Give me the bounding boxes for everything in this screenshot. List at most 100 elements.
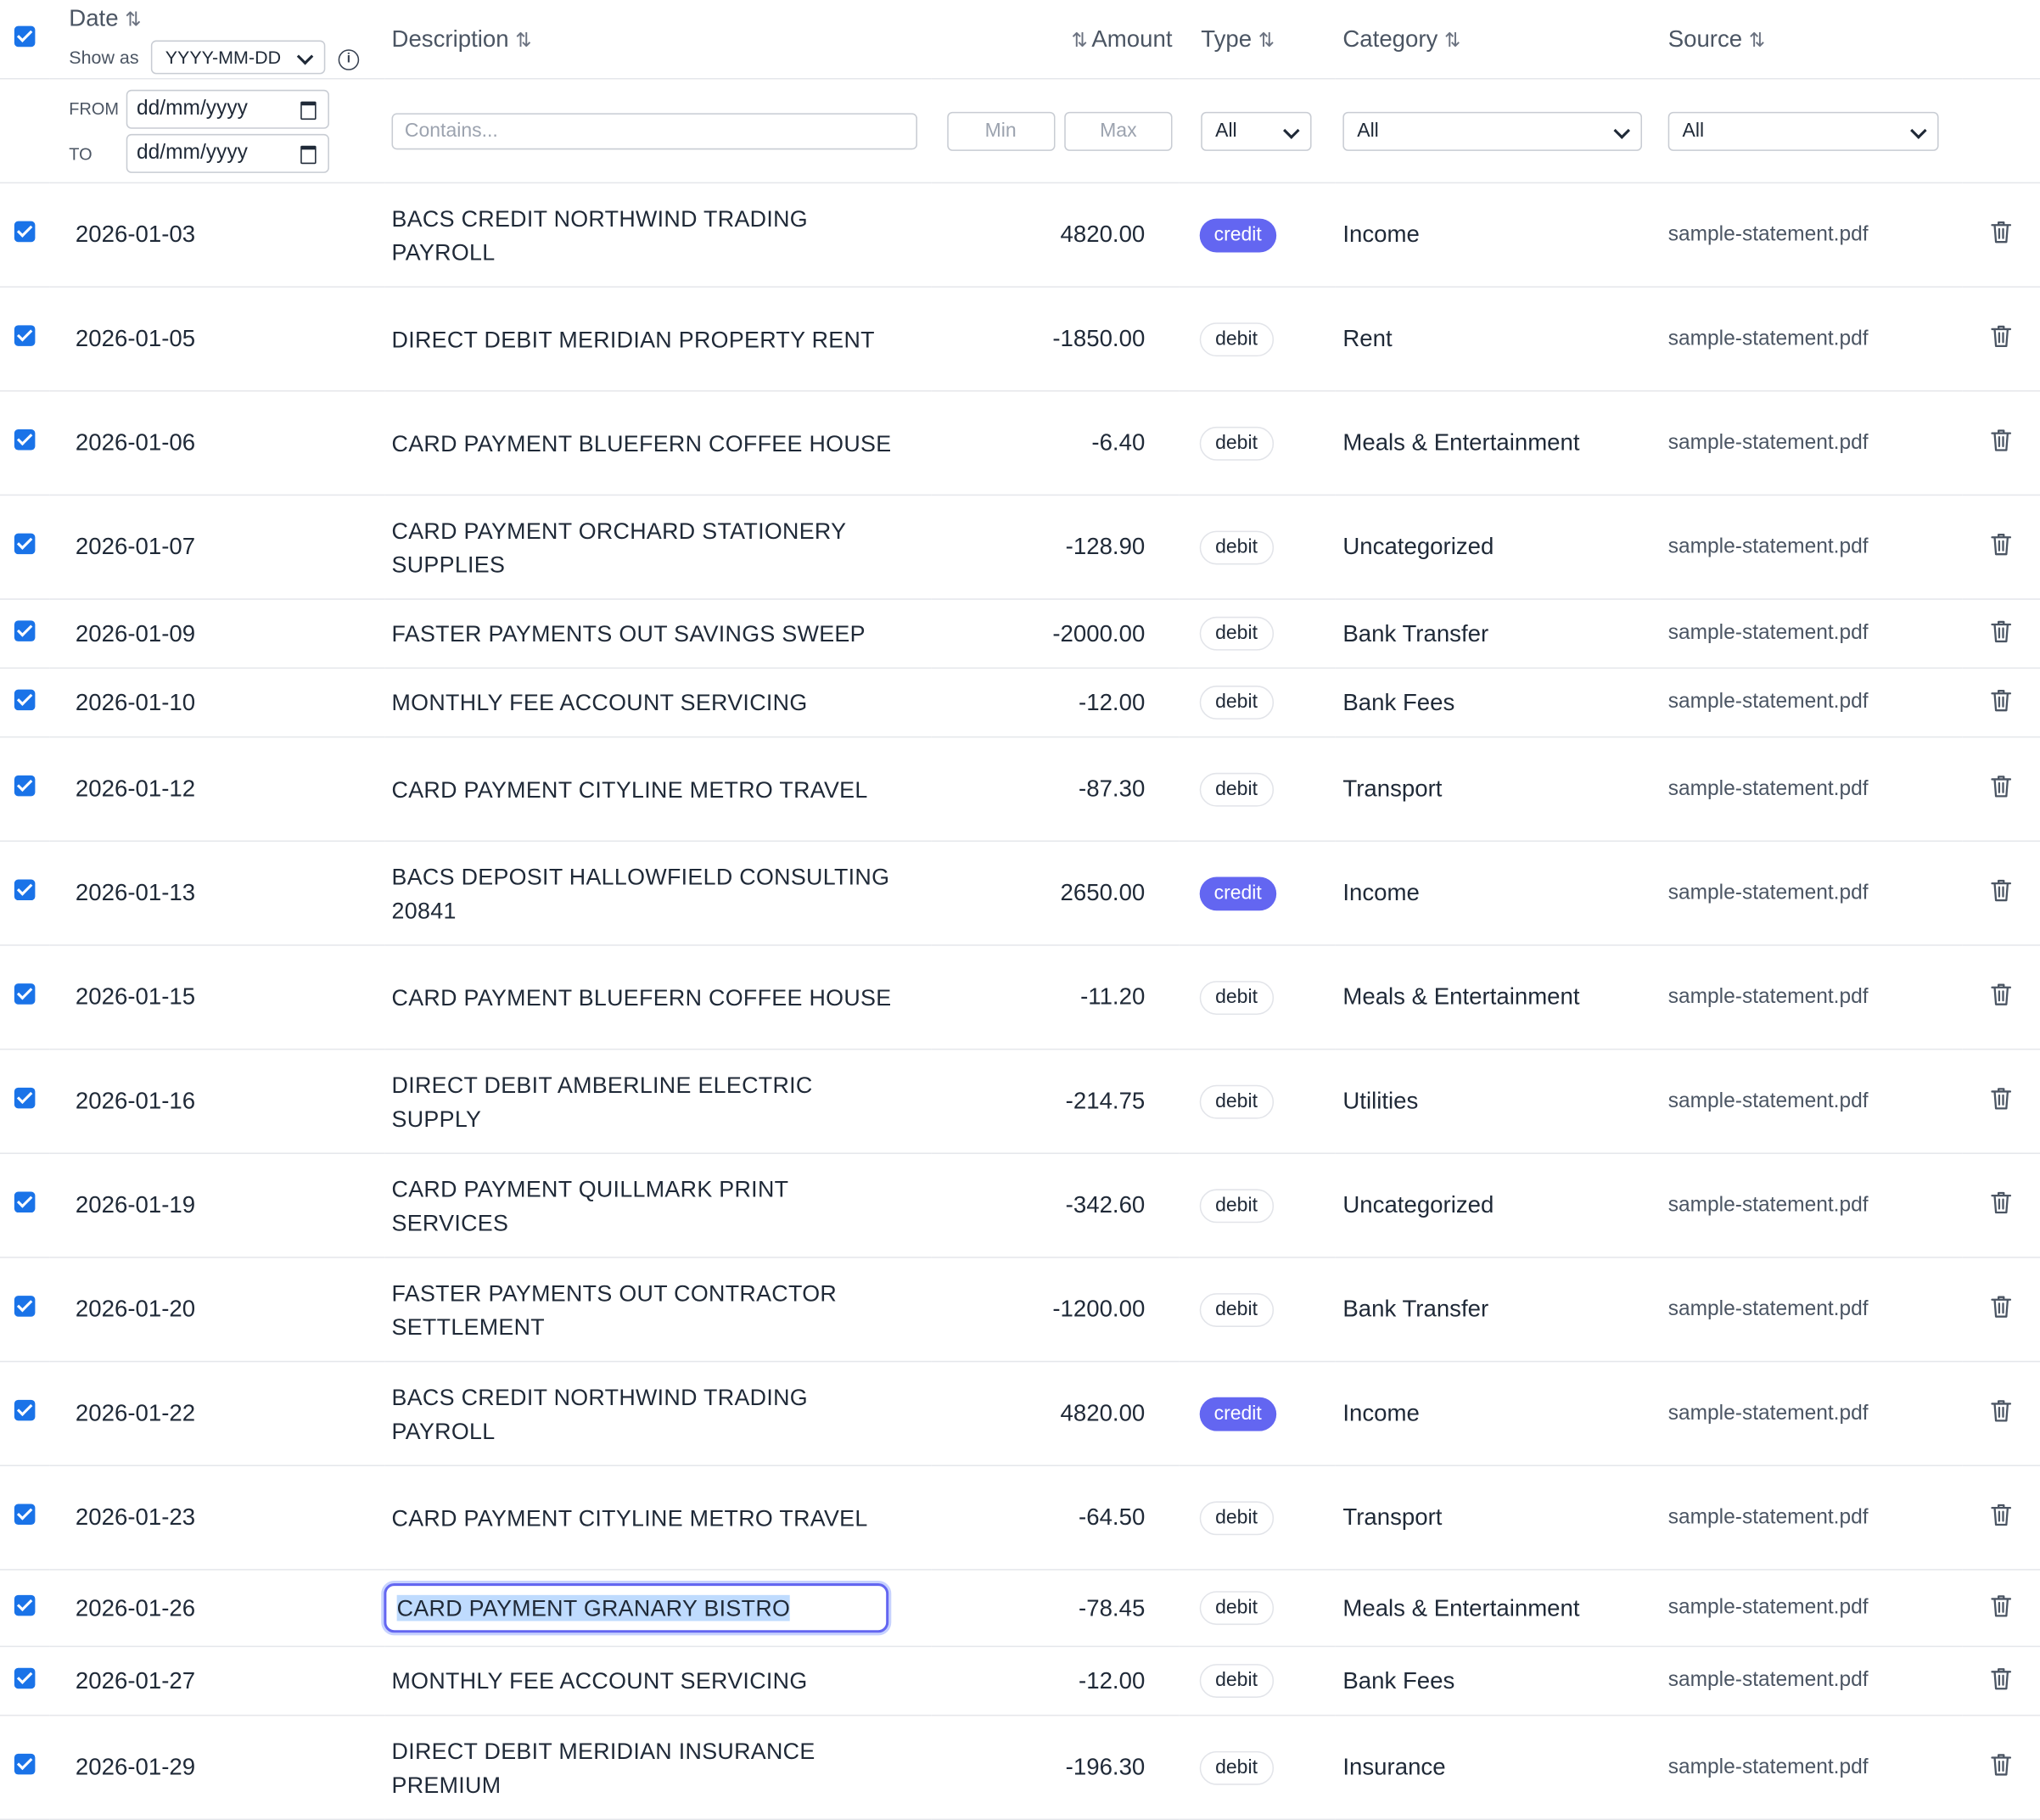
row-category[interactable]: Uncategorized — [1335, 1153, 1660, 1257]
amount-sort-button[interactable]: ⇅ Amount — [932, 0, 1179, 79]
trash-icon[interactable] — [1991, 428, 2012, 451]
trash-icon-glyph — [1991, 983, 2012, 1005]
row-category[interactable]: Meals & Entertainment — [1335, 1570, 1660, 1646]
source-sort-button[interactable]: Source ⇅ — [1660, 0, 1962, 79]
description-edit-input[interactable]: CARD PAYMENT GRANARY BISTRO — [384, 1583, 889, 1633]
trash-icon[interactable] — [1991, 1666, 2012, 1689]
row-description[interactable]: DIRECT DEBIT MERIDIAN INSURANCE PREMIUM — [385, 1716, 932, 1820]
row-select-checkbox[interactable] — [14, 1594, 36, 1616]
category-sort-button[interactable]: Category ⇅ — [1335, 0, 1660, 79]
trash-icon[interactable] — [1991, 1503, 2012, 1526]
row-amount: -78.45 — [1079, 1594, 1146, 1621]
from-date-input[interactable]: dd/mm/yyyy — [126, 89, 329, 129]
row-category[interactable]: Bank Transfer — [1335, 1257, 1660, 1362]
row-description-text: DIRECT DEBIT AMBERLINE ELECTRIC SUPPLY — [391, 1071, 813, 1132]
row-select-checkbox[interactable] — [14, 533, 36, 555]
row-category[interactable]: Transport — [1335, 1465, 1660, 1570]
trash-icon[interactable] — [1991, 1593, 2012, 1617]
row-select-checkbox[interactable] — [14, 1666, 36, 1688]
row-description[interactable]: BACS CREDIT NORTHWIND TRADING PAYROLL — [385, 1362, 932, 1466]
row-category[interactable]: Bank Transfer — [1335, 599, 1660, 668]
trash-icon[interactable] — [1991, 532, 2012, 556]
row-category[interactable]: Utilities — [1335, 1050, 1660, 1154]
amount-max-input[interactable]: Max — [1064, 111, 1173, 151]
amount-min-input[interactable]: Min — [946, 111, 1055, 151]
description-filter-input[interactable]: Contains... — [391, 112, 917, 149]
row-description[interactable]: BACS DEPOSIT HALLOWFIELD CONSULTING 2084… — [385, 841, 932, 945]
trash-icon[interactable] — [1991, 774, 2012, 798]
row-description-text: CARD PAYMENT GRANARY BISTRO — [396, 1594, 791, 1621]
row-select-checkbox[interactable] — [14, 688, 36, 710]
trash-icon[interactable] — [1991, 1295, 2012, 1319]
trash-icon[interactable] — [1991, 878, 2012, 902]
row-category[interactable]: Transport — [1335, 737, 1660, 842]
trash-icon[interactable] — [1991, 687, 2012, 711]
description-sort-button[interactable]: Description ⇅ — [385, 0, 932, 79]
row-select-checkbox[interactable] — [14, 1296, 36, 1317]
row-select-checkbox[interactable] — [14, 1087, 36, 1109]
row-description[interactable]: MONTHLY FEE ACCOUNT SERVICING — [385, 668, 932, 736]
trash-icon[interactable] — [1991, 619, 2012, 642]
trash-icon[interactable] — [1991, 324, 2012, 348]
row-description[interactable]: MONTHLY FEE ACCOUNT SERVICING — [385, 1646, 932, 1715]
row-description[interactable]: DIRECT DEBIT AMBERLINE ELECTRIC SUPPLY — [385, 1050, 932, 1154]
row-description[interactable]: FASTER PAYMENTS OUT SAVINGS SWEEP — [385, 599, 932, 668]
trash-icon[interactable] — [1991, 220, 2012, 244]
row-select-checkbox[interactable] — [14, 221, 36, 243]
row-select-checkbox[interactable] — [14, 1399, 36, 1421]
row-category[interactable]: Income — [1335, 1362, 1660, 1466]
trash-icon[interactable] — [1991, 1086, 2012, 1110]
row-description[interactable]: CARD PAYMENT BLUEFERN COFFEE HOUSE — [385, 391, 932, 496]
row-description[interactable]: FASTER PAYMENTS OUT CONTRACTOR SETTLEMEN… — [385, 1257, 932, 1362]
row-description[interactable]: CARD PAYMENT CITYLINE METRO TRAVEL — [385, 1465, 932, 1570]
row-select-checkbox[interactable] — [14, 619, 36, 641]
row-description[interactable]: BACS CREDIT NORTHWIND TRADING PAYROLL — [385, 182, 932, 287]
amount-header-label: Amount — [1091, 25, 1173, 52]
row-category[interactable]: Income — [1335, 182, 1660, 287]
row-description[interactable]: DIRECT DEBIT MERIDIAN PROPERTY RENT — [385, 287, 932, 391]
row-select-checkbox[interactable] — [14, 1753, 36, 1775]
type-filter-select[interactable]: All — [1201, 111, 1312, 151]
source-filter-select[interactable]: All — [1667, 111, 1939, 151]
row-category[interactable]: Bank Fees — [1335, 1646, 1660, 1715]
description-filter-placeholder: Contains... — [404, 119, 498, 142]
row-date: 2026-01-15 — [75, 983, 196, 1010]
type-sort-button[interactable]: Type ⇅ — [1179, 0, 1335, 79]
row-select-checkbox[interactable] — [14, 325, 36, 346]
row-category[interactable]: Uncategorized — [1335, 495, 1660, 599]
source-filter-value: All — [1682, 119, 1705, 142]
row-description[interactable]: CARD PAYMENT GRANARY BISTRO — [384, 1570, 932, 1646]
row-description[interactable]: CARD PAYMENT BLUEFERN COFFEE HOUSE — [385, 945, 932, 1050]
trash-icon[interactable] — [1991, 1752, 2012, 1776]
trash-icon[interactable] — [1991, 1190, 2012, 1214]
row-description[interactable]: CARD PAYMENT QUILLMARK PRINT SERVICES — [385, 1153, 932, 1257]
category-filter-select[interactable]: All — [1342, 111, 1643, 151]
row-category[interactable]: Insurance — [1335, 1716, 1660, 1820]
date-format-select[interactable]: YYYY-MM-DD — [150, 40, 326, 75]
calendar-icon[interactable] — [300, 101, 317, 120]
row-select-checkbox[interactable] — [14, 983, 36, 1005]
trash-icon[interactable] — [1991, 983, 2012, 1006]
row-select-checkbox[interactable] — [14, 1504, 36, 1526]
row-category[interactable]: Meals & Entertainment — [1335, 391, 1660, 496]
row-category[interactable]: Bank Fees — [1335, 668, 1660, 736]
row-category[interactable]: Rent — [1335, 287, 1660, 391]
row-description[interactable]: CARD PAYMENT ORCHARD STATIONERY SUPPLIES — [385, 495, 932, 599]
row-date: 2026-01-27 — [75, 1666, 196, 1694]
row-select-checkbox[interactable] — [14, 1191, 36, 1213]
row-select-checkbox[interactable] — [14, 428, 36, 451]
type-badge: debit — [1199, 322, 1274, 356]
info-icon[interactable]: i — [338, 49, 360, 70]
select-all-checkbox[interactable] — [14, 25, 36, 48]
calendar-icon[interactable] — [300, 145, 317, 165]
row-category[interactable]: Income — [1335, 841, 1660, 945]
trash-icon[interactable] — [1991, 1398, 2012, 1422]
date-sort-button[interactable]: Date ⇅ — [69, 5, 141, 32]
row-select-checkbox[interactable] — [14, 775, 36, 797]
row-date: 2026-01-19 — [75, 1191, 196, 1218]
row-select-checkbox[interactable] — [14, 879, 36, 901]
to-date-input[interactable]: dd/mm/yyyy — [126, 133, 329, 173]
row-source: sample-statement.pdf — [1667, 881, 1869, 904]
row-description[interactable]: CARD PAYMENT CITYLINE METRO TRAVEL — [385, 737, 932, 842]
row-category[interactable]: Meals & Entertainment — [1335, 945, 1660, 1050]
